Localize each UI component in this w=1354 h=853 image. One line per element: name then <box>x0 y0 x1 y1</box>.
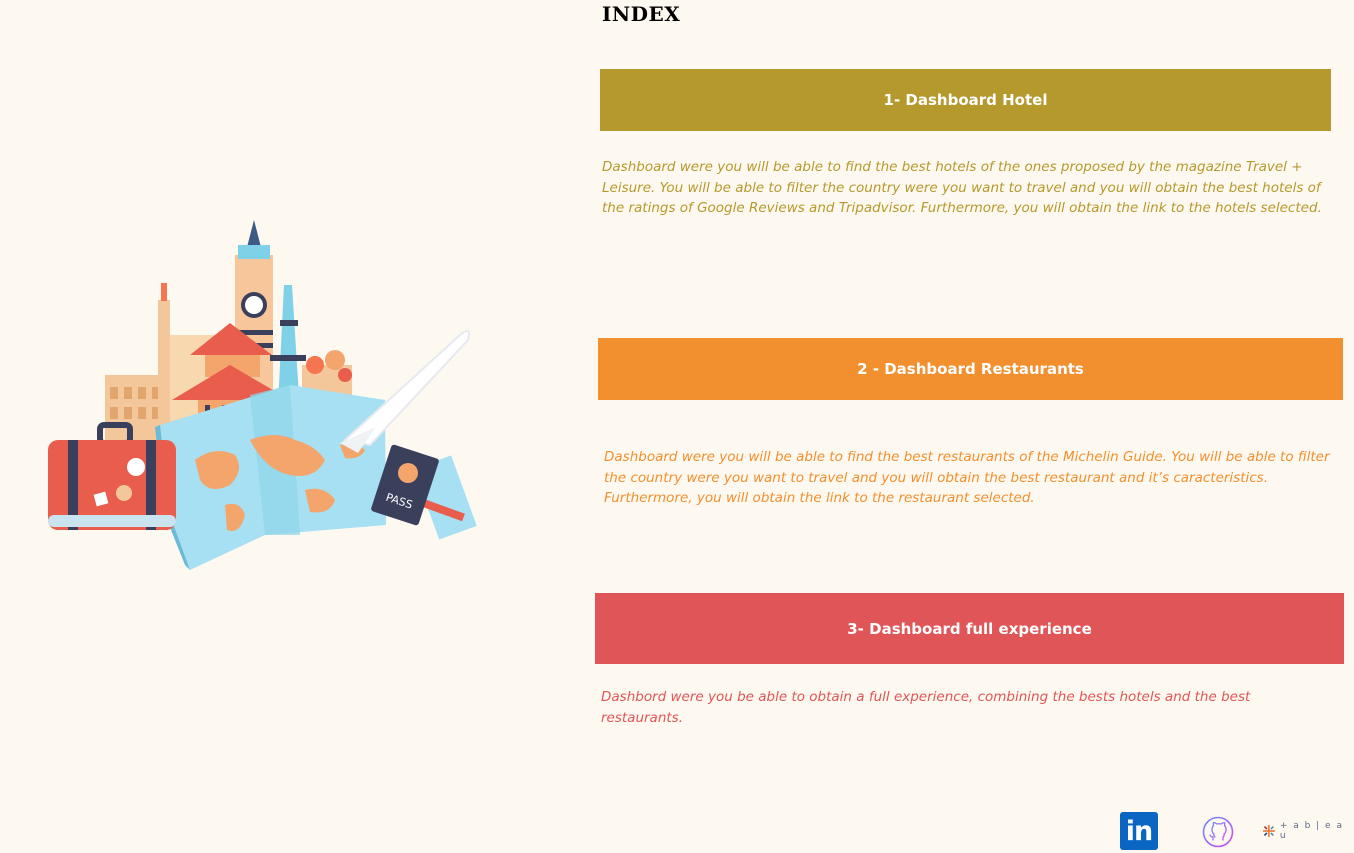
dashboard-restaurants-button[interactable]: 2 - Dashboard Restaurants <box>598 338 1343 400</box>
index-title: INDEX <box>602 2 681 26</box>
dashboard-hotel-button[interactable]: 1- Dashboard Hotel <box>600 69 1331 131</box>
dashboard-full-experience-button[interactable]: 3- Dashboard full experience <box>595 593 1344 664</box>
colosseum-illustration <box>105 375 165 450</box>
plane-illustration <box>340 330 470 453</box>
linkedin-icon[interactable]: in <box>1120 812 1158 850</box>
passport-illustration: PASS <box>371 444 477 540</box>
dashboard-full-experience-description: Dashbord were you be able to obtain a fu… <box>601 689 1251 726</box>
dashboard-hotel-description: Dashboard were you will be able to find … <box>602 159 1322 217</box>
travel-illustration: PASS <box>48 220 477 570</box>
dashboard-restaurants-description: Dashboard were you will be able to find … <box>604 449 1330 507</box>
github-icon[interactable] <box>1202 816 1234 848</box>
suitcase-illustration <box>48 422 176 530</box>
tableau-icon <box>1262 825 1275 837</box>
tableau-wordmark: + a b | e a u <box>1279 821 1344 841</box>
tableau-logo[interactable]: + a b | e a u <box>1262 821 1354 841</box>
